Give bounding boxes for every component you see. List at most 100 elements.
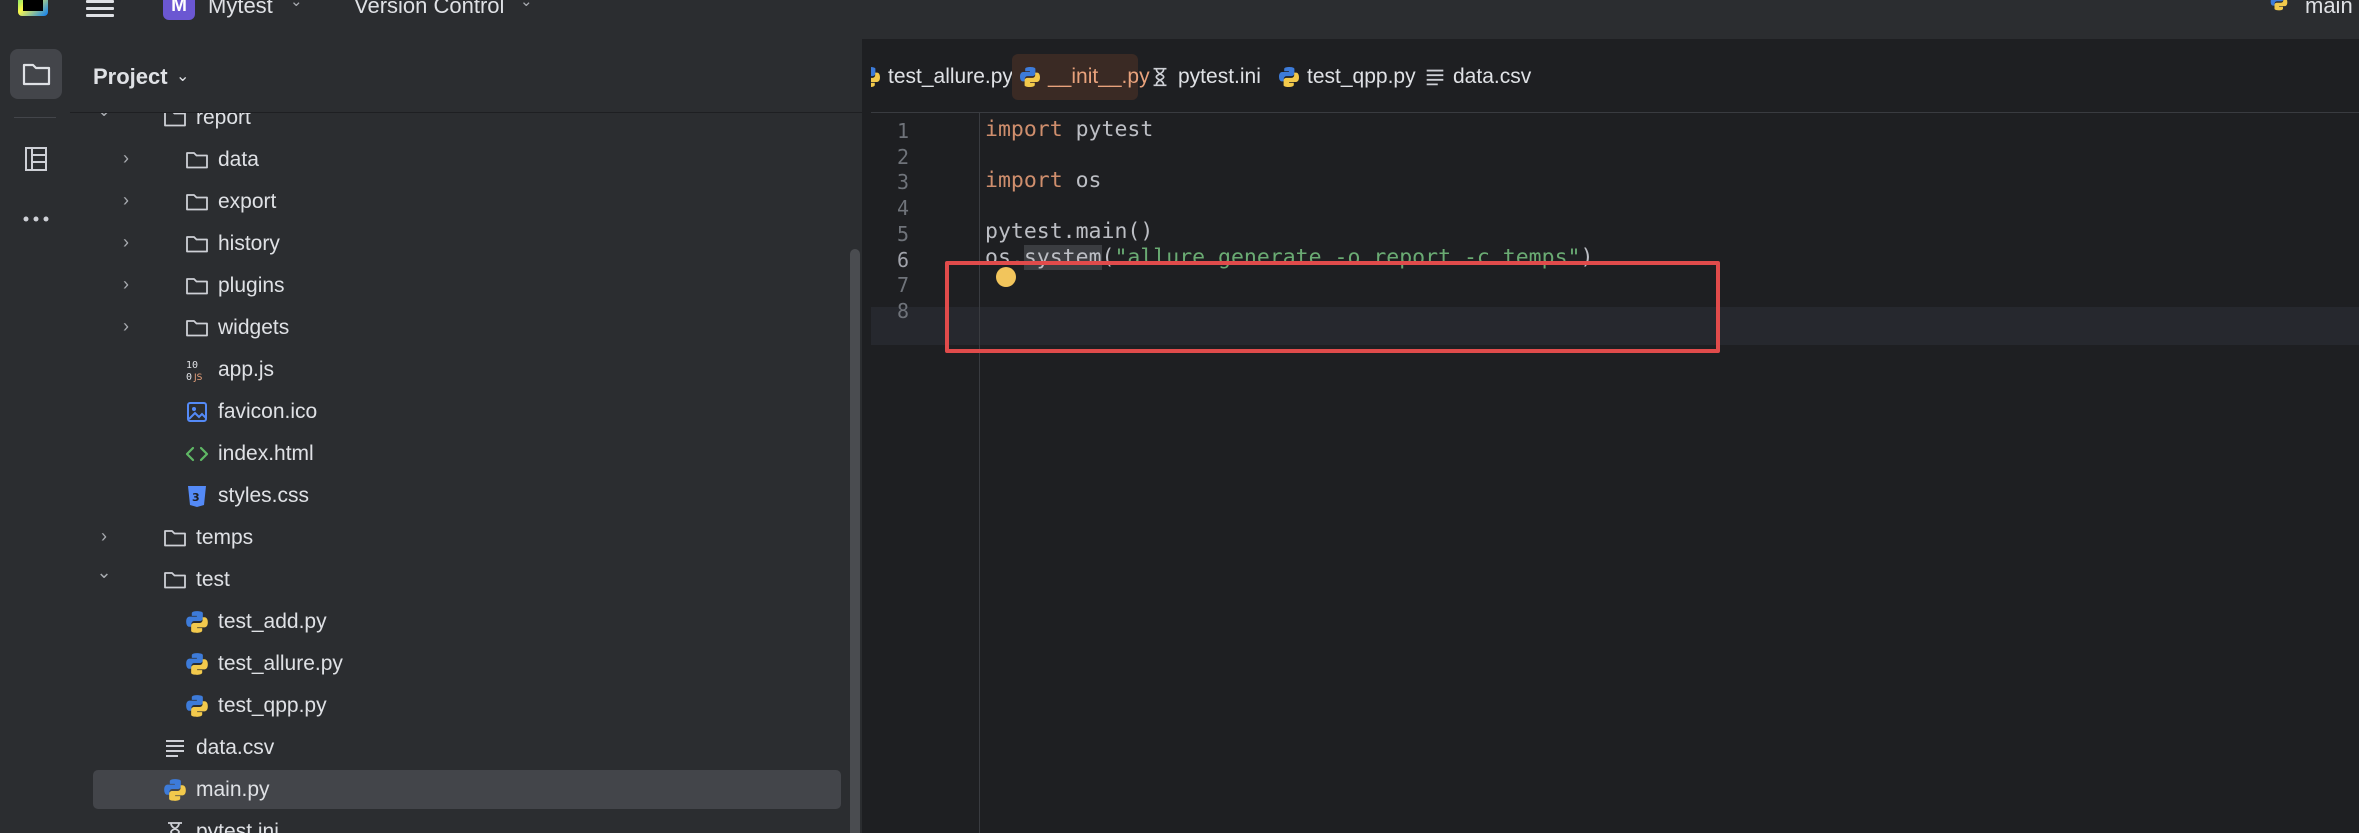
line-number: 6 [896, 247, 909, 272]
chevron-down-icon[interactable]: ⌄ [94, 562, 114, 582]
line-number: 4 [896, 196, 909, 221]
project-avatar[interactable]: M [163, 0, 195, 20]
editor-tab[interactable]: test_qpp.py [1271, 54, 1416, 100]
tree-item-label: main.py [196, 778, 270, 801]
ini-file-icon [1148, 65, 1172, 89]
tab-label: test_qpp.py [1307, 65, 1416, 88]
tree-folder[interactable]: › widgets [70, 307, 840, 349]
chevron-right-icon[interactable]: › [116, 190, 136, 210]
folder-icon [184, 315, 210, 341]
text-file-icon [162, 735, 188, 761]
editor-area: main.py×test_add.pytest_allure.py__init_… [871, 39, 2359, 833]
javascript-file-icon: 10 0 JS [184, 357, 210, 383]
chevron-right-icon[interactable]: › [94, 526, 114, 546]
tree-file[interactable]: main.py [70, 769, 841, 811]
branch-widget[interactable]: main [2305, 0, 2353, 19]
python-file-icon [2270, 0, 2288, 11]
tree-file[interactable]: pytest.ini [70, 811, 840, 833]
tree-file[interactable]: test_qpp.py [70, 685, 840, 727]
chevron-down-icon[interactable]: ⌄ [176, 66, 189, 86]
code-line-3[interactable]: import os [985, 168, 1102, 193]
image-file-icon [184, 399, 210, 425]
keyword: import [985, 117, 1063, 142]
svg-text:JS: JS [193, 373, 203, 383]
folder-icon [162, 525, 188, 551]
structure-icon [25, 147, 47, 171]
tree-item-label: app.js [218, 358, 275, 381]
tree-file[interactable]: 3 styles.css [70, 475, 840, 517]
project-name[interactable]: Mytest [208, 0, 273, 19]
ini-file-icon [162, 819, 188, 833]
tree-item-label: test_allure.py [218, 652, 343, 675]
project-tool-button[interactable] [10, 49, 62, 99]
tree-item-label: test_add.py [218, 610, 327, 633]
svg-text:3: 3 [192, 491, 200, 504]
tree-folder[interactable]: ⌄ report [70, 113, 840, 139]
vcs-widget[interactable]: Version Control [354, 0, 504, 19]
panel-title[interactable]: Project [93, 64, 168, 90]
tree-item-label: plugins [218, 274, 285, 297]
tab-label: __init__.py [1048, 65, 1150, 88]
tree-folder[interactable]: › plugins [70, 265, 840, 307]
line-number: 7 [896, 273, 909, 298]
code-line-5[interactable]: pytest.main() [985, 219, 1153, 244]
tree-folder[interactable]: › history [70, 223, 840, 265]
code-text: pytest [1062, 117, 1154, 142]
tab-label: data.csv [1453, 65, 1532, 88]
tool-window-bar [0, 39, 70, 833]
svg-text:10: 10 [186, 360, 198, 371]
chevron-down-icon[interactable]: ⌄ [520, 0, 533, 10]
tree-item-label: history [218, 232, 280, 255]
chevron-right-icon[interactable]: › [116, 148, 136, 168]
python-file-icon [871, 65, 882, 89]
project-tool-window: Project ⌄ ⌄ report › data › export › history › pl… [70, 39, 863, 833]
code-line-1[interactable]: import pytest [985, 117, 1153, 142]
tree-folder[interactable]: › export [70, 181, 840, 223]
tree-item-label: test_qpp.py [218, 694, 327, 717]
more-tools-button[interactable] [10, 194, 62, 244]
main-toolbar: M Mytest ⌄ Version Control ⌄ main [0, 0, 2359, 39]
structure-tool-button[interactable] [10, 134, 62, 184]
css-file-icon: 3 [184, 483, 210, 509]
tree-item-label: export [218, 190, 277, 213]
line-number: 8 [896, 298, 909, 323]
scrollbar[interactable] [850, 249, 860, 833]
tree-file[interactable]: test_allure.py [70, 643, 840, 685]
main-menu-icon[interactable] [86, 0, 120, 20]
chevron-down-icon[interactable]: ⌄ [94, 113, 114, 120]
tree-file[interactable]: favicon.ico [70, 391, 840, 433]
tree-item-label: widgets [218, 316, 290, 339]
divider [14, 117, 56, 118]
tree-item-label: styles.css [218, 484, 310, 507]
python-file-icon [162, 777, 188, 803]
code-text: os [1062, 168, 1102, 193]
tree-folder[interactable]: › temps [70, 517, 840, 559]
tree-item-label: favicon.ico [218, 400, 318, 423]
folder-icon [184, 273, 210, 299]
tree-file[interactable]: test_add.py [70, 601, 840, 643]
folder-icon [184, 231, 210, 257]
editor-tab[interactable]: __init__.py [1012, 54, 1150, 100]
tree-file[interactable]: 10 0 JS app.js [70, 349, 840, 391]
annotation-highlight-box [945, 261, 1720, 353]
text-file-icon [1423, 65, 1447, 89]
tree-folder[interactable]: ⌄ test [70, 559, 840, 601]
editor-tab[interactable]: pytest.ini [1142, 54, 1261, 100]
chevron-down-icon[interactable]: ⌄ [290, 0, 303, 10]
tree-file[interactable]: data.csv [70, 727, 840, 769]
chevron-right-icon[interactable]: › [116, 274, 136, 294]
line-number: 5 [896, 221, 909, 246]
editor-tab[interactable]: test_allure.py [871, 54, 1013, 100]
tab-label: pytest.ini [1178, 65, 1261, 88]
folder-icon [162, 113, 188, 131]
chevron-right-icon[interactable]: › [116, 316, 136, 336]
code-editor[interactable]: import pytest import os pytest.main() os… [985, 113, 2355, 833]
python-file-icon [1277, 65, 1301, 89]
tree-file[interactable]: index.html [70, 433, 840, 475]
chevron-right-icon[interactable]: › [116, 232, 136, 252]
editor-tab[interactable]: data.csv [1417, 54, 1537, 100]
tree-item-label: data.csv [196, 736, 275, 759]
tree-folder[interactable]: › data [70, 139, 840, 181]
app-logo-icon[interactable] [18, 0, 48, 16]
line-number: 3 [896, 170, 909, 195]
